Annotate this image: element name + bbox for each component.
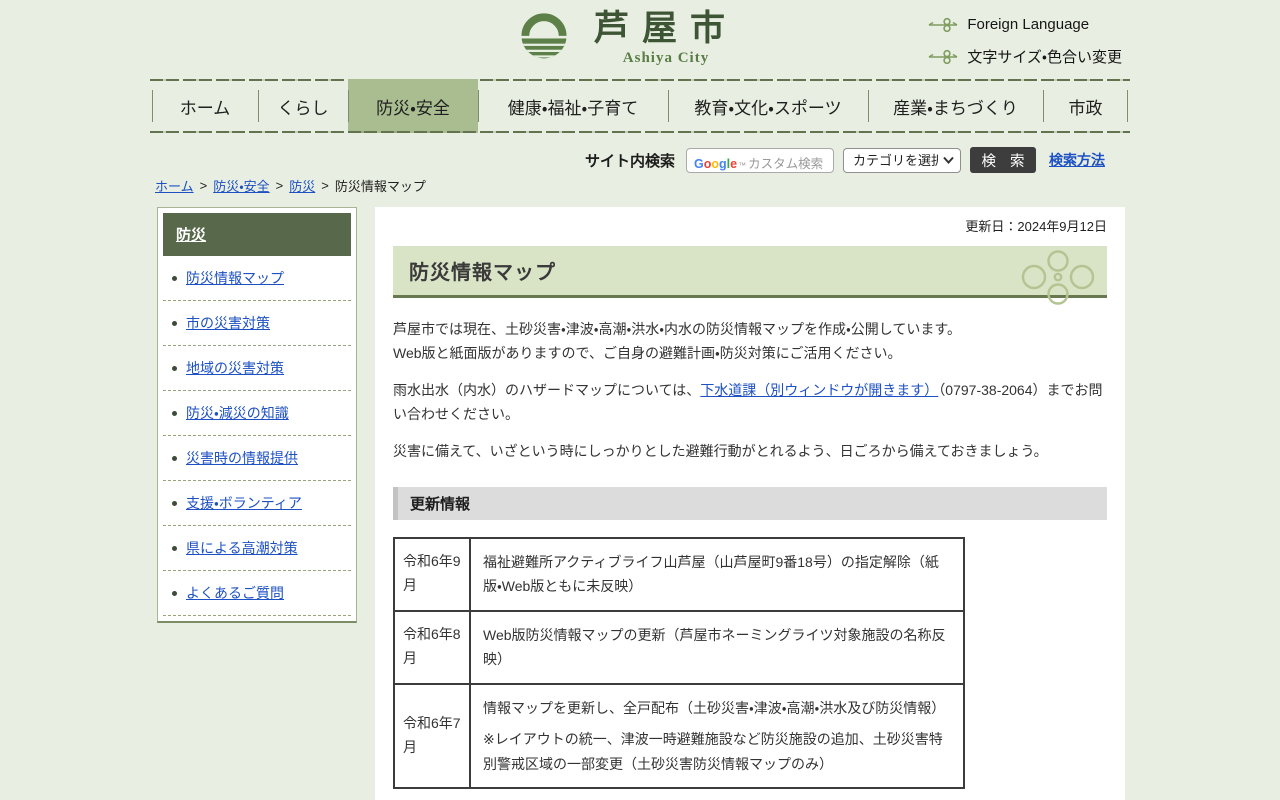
preparedness-paragraph: 災害に備えて、いざという時にしっかりとした避難行動がとれるよう、日ごろから備えて… xyxy=(393,440,1107,464)
main-panel: 更新日：2024年9月12日 防災情報マップ 芦屋市では現在、土砂災害・津波・高… xyxy=(375,207,1125,800)
sidebar-item[interactable]: 市の災害対策 xyxy=(163,301,351,346)
updates-section-title: 更新情報 xyxy=(393,487,1107,520)
site-title: 芦屋市 xyxy=(594,9,738,49)
foreign-language-label: Foreign Language xyxy=(967,16,1089,33)
site-search: サイト内検索 Google™カスタム検索 カテゴリを選択 検 索 検索方法 xyxy=(152,147,1105,173)
main-nav: ホーム くらし 防災・安全 健康・福祉・子育て 教育・文化・スポーツ 産業・まち… xyxy=(152,79,1128,133)
sidebar-item-link[interactable]: 市の災害対策 xyxy=(186,313,270,333)
nav-item[interactable]: 産業・まちづくり xyxy=(868,79,1043,133)
updated-date: 更新日：2024年9月12日 xyxy=(393,216,1107,235)
update-date: 令和6年7月 xyxy=(394,684,470,789)
foreign-language-link[interactable]: Foreign Language xyxy=(928,16,1089,33)
site-logo[interactable]: 芦屋市 Ashiya City xyxy=(518,9,738,67)
nav-item-label: くらし xyxy=(278,94,329,119)
sprig-icon xyxy=(928,17,958,33)
sidebar-item[interactable]: 地域の災害対策 xyxy=(163,346,351,391)
nav-item-label: 市政 xyxy=(1069,94,1103,119)
nav-item[interactable]: 防災・安全 xyxy=(348,79,478,133)
update-date: 令和6年8月 xyxy=(394,611,470,684)
search-help-link[interactable]: 検索方法 xyxy=(1049,150,1105,170)
sidebar-item-link[interactable]: 地域の災害対策 xyxy=(186,358,284,378)
category-select[interactable]: カテゴリを選択 xyxy=(843,148,961,173)
sprig-icon xyxy=(928,49,958,65)
nav-item[interactable]: くらし xyxy=(258,79,348,133)
accessibility-link[interactable]: 文字サイズ・色合い変更 xyxy=(928,46,1122,67)
page-title-banner: 防災情報マップ xyxy=(393,246,1107,298)
update-description: 福祉避難所アクティブライフ山芦屋（山芦屋町9番18号）の指定解除（紙版・Web版… xyxy=(470,538,964,611)
update-date: 令和6年9月 xyxy=(394,538,470,611)
updates-table: 令和6年9月 福祉避難所アクティブライフ山芦屋（山芦屋町9番18号）の指定解除（… xyxy=(393,537,965,790)
update-row: 令和6年7月 情報マップを更新し、全戸配布（土砂災害・津波・高潮・洪水及び防災情… xyxy=(394,684,964,789)
sidebar-header: 防災 xyxy=(163,213,351,256)
intro-line-2: Web版と紙面版がありますので、ご自身の避難計画・防災対策にご活用ください。 xyxy=(393,342,1107,366)
sidebar-item-link[interactable]: 防災・減災の知識 xyxy=(186,403,289,423)
update-row: 令和6年8月 Web版防災情報マップの更新（芦屋市ネーミングライツ対象施設の名称… xyxy=(394,611,964,684)
contact-text-before: 雨水出水（内水）のハザードマップについては、 xyxy=(393,382,700,398)
intro-line-1: 芦屋市では現在、土砂災害・津波・高潮・洪水・内水の防災情報マップを作成・公開して… xyxy=(393,318,1107,342)
breadcrumb-item: ホーム > xyxy=(155,176,207,195)
sidebar-item[interactable]: 県による高潮対策 xyxy=(163,526,351,571)
nav-item[interactable]: 教育・文化・スポーツ xyxy=(668,79,868,133)
flourish-icon xyxy=(1017,249,1099,310)
breadcrumb: ホーム > 防災・安全 > 防災 > 防災情報マップ > xyxy=(155,176,426,195)
sidebar-item-link[interactable]: よくあるご質問 xyxy=(186,583,284,603)
site-subtitle: Ashiya City xyxy=(623,50,709,67)
sidebar-menu: 防災情報マップ 市の災害対策 地域の災害対策 防災・減災の知識 災害時の情報提供 xyxy=(163,256,351,616)
breadcrumb-link[interactable]: 防災・安全 xyxy=(213,176,269,195)
contact-paragraph: 雨水出水（内水）のハザードマップについては、下水道課（別ウィンドウが開きます）（… xyxy=(393,379,1107,426)
breadcrumb-link[interactable]: ホーム xyxy=(155,176,194,195)
ashiya-city-page: 芦屋市 Ashiya City Foreign Language 文字サイズ・色… xyxy=(0,0,1280,800)
breadcrumb-link: 防災情報マップ xyxy=(335,176,426,195)
nav-item-label: ホーム xyxy=(180,94,231,119)
nav-item[interactable]: ホーム xyxy=(152,79,258,133)
sidebar-title-link[interactable]: 防災 xyxy=(176,227,206,244)
breadcrumb-separator: > xyxy=(200,178,208,193)
sidebar-item[interactable]: よくあるご質問 xyxy=(163,571,351,616)
nav-item[interactable]: 市政 xyxy=(1043,79,1128,133)
breadcrumb-item: 防災情報マップ > xyxy=(335,176,426,195)
header-utilities: Foreign Language 文字サイズ・色合い変更 xyxy=(928,16,1122,67)
breadcrumb-item: 防災 > xyxy=(289,176,329,195)
ashiya-sun-water-logo-icon xyxy=(518,9,570,61)
page-title: 防災情報マップ xyxy=(393,256,556,285)
site-search-label: サイト内検索 xyxy=(585,150,675,171)
update-description: Web版防災情報マップの更新（芦屋市ネーミングライツ対象施設の名称反映） xyxy=(470,611,964,684)
sidebar-item-link[interactable]: 災害時の情報提供 xyxy=(186,448,298,468)
nav-item-label: 防災・安全 xyxy=(376,94,450,119)
nav-item-label: 産業・まちづくり xyxy=(893,94,1018,119)
breadcrumb-link[interactable]: 防災 xyxy=(289,176,315,195)
update-description: 情報マップを更新し、全戸配布（土砂災害・津波・高潮・洪水及び防災情報）※レイアウ… xyxy=(470,684,964,789)
sidebar-item-link[interactable]: 防災情報マップ xyxy=(186,268,284,288)
sidebar: 防災 防災情報マップ 市の災害対策 地域の災害対策 防災・減災の知識 xyxy=(157,207,357,623)
breadcrumb-separator: > xyxy=(276,178,284,193)
sidebar-item[interactable]: 支援・ボランティア xyxy=(163,481,351,526)
nav-item[interactable]: 健康・福祉・子育て xyxy=(478,79,668,133)
breadcrumb-separator: > xyxy=(321,178,329,193)
sidebar-item-link[interactable]: 県による高潮対策 xyxy=(186,538,298,558)
sidebar-item[interactable]: 防災情報マップ xyxy=(163,256,351,301)
sidebar-item[interactable]: 防災・減災の知識 xyxy=(163,391,351,436)
nav-item-label: 健康・福祉・子育て xyxy=(508,94,639,119)
sewer-dept-link[interactable]: 下水道課（別ウィンドウが開きます） xyxy=(700,382,938,398)
sidebar-item-link[interactable]: 支援・ボランティア xyxy=(186,493,302,513)
breadcrumb-item: 防災・安全 > xyxy=(213,176,283,195)
intro-paragraph: 芦屋市では現在、土砂災害・津波・高潮・洪水・内水の防災情報マップを作成・公開して… xyxy=(393,318,1107,365)
search-button[interactable]: 検 索 xyxy=(970,147,1036,173)
update-row: 令和6年9月 福祉避難所アクティブライフ山芦屋（山芦屋町9番18号）の指定解除（… xyxy=(394,538,964,611)
sidebar-item[interactable]: 災害時の情報提供 xyxy=(163,436,351,481)
nav-item-label: 教育・文化・スポーツ xyxy=(694,94,841,119)
accessibility-label: 文字サイズ・色合い変更 xyxy=(967,46,1122,67)
search-input[interactable] xyxy=(686,148,834,173)
